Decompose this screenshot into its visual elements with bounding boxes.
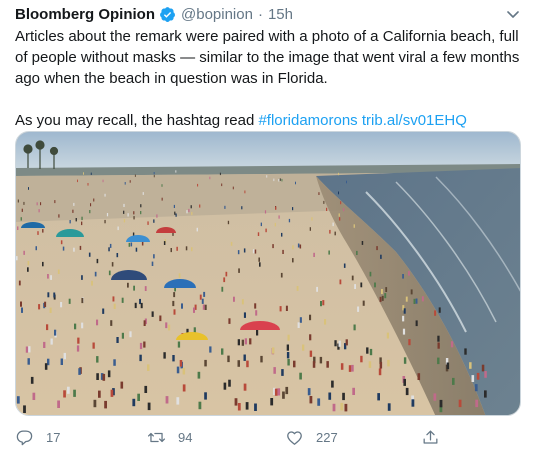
tweet[interactable]: Bloomberg Opinion @bopinion · 15h Articl… bbox=[0, 0, 541, 461]
hashtag-link[interactable]: #floridamorons bbox=[258, 112, 357, 129]
chevron-down-icon[interactable] bbox=[505, 6, 521, 22]
beach-photo[interactable] bbox=[15, 131, 521, 416]
tweet-header: Bloomberg Opinion @bopinion · 15h bbox=[15, 3, 293, 25]
heart-icon bbox=[287, 430, 302, 445]
retweet-count: 94 bbox=[178, 429, 193, 445]
like-button[interactable]: 227 bbox=[285, 424, 338, 450]
tweet-paragraph: Articles about the remark were paired wi… bbox=[15, 28, 520, 87]
paragraph-text: As you may recall, the hashtag read bbox=[15, 112, 259, 129]
tweet-timestamp[interactable]: 15h bbox=[268, 6, 293, 23]
share-icon bbox=[423, 430, 438, 444]
article-link[interactable]: trib.al/sv01EHQ bbox=[362, 112, 467, 129]
like-count: 227 bbox=[316, 429, 338, 445]
share-button[interactable] bbox=[421, 424, 440, 450]
separator-dot: · bbox=[257, 5, 263, 23]
retweet-button[interactable]: 94 bbox=[147, 424, 192, 450]
reply-button[interactable]: 17 bbox=[15, 424, 60, 450]
verified-badge-icon bbox=[159, 6, 176, 23]
beach-photo-image bbox=[16, 132, 520, 415]
tweet-text: Articles about the remark were paired wi… bbox=[15, 26, 520, 131]
reply-icon bbox=[16, 430, 33, 445]
retweet-icon bbox=[147, 432, 166, 442]
author-handle[interactable]: @bopinion bbox=[181, 6, 253, 23]
tweet-paragraph: As you may recall, the hashtag read #flo… bbox=[15, 110, 520, 131]
reply-count: 17 bbox=[46, 429, 61, 445]
author-name[interactable]: Bloomberg Opinion bbox=[15, 6, 155, 23]
tweet-actions: 17 94 227 bbox=[15, 424, 520, 450]
